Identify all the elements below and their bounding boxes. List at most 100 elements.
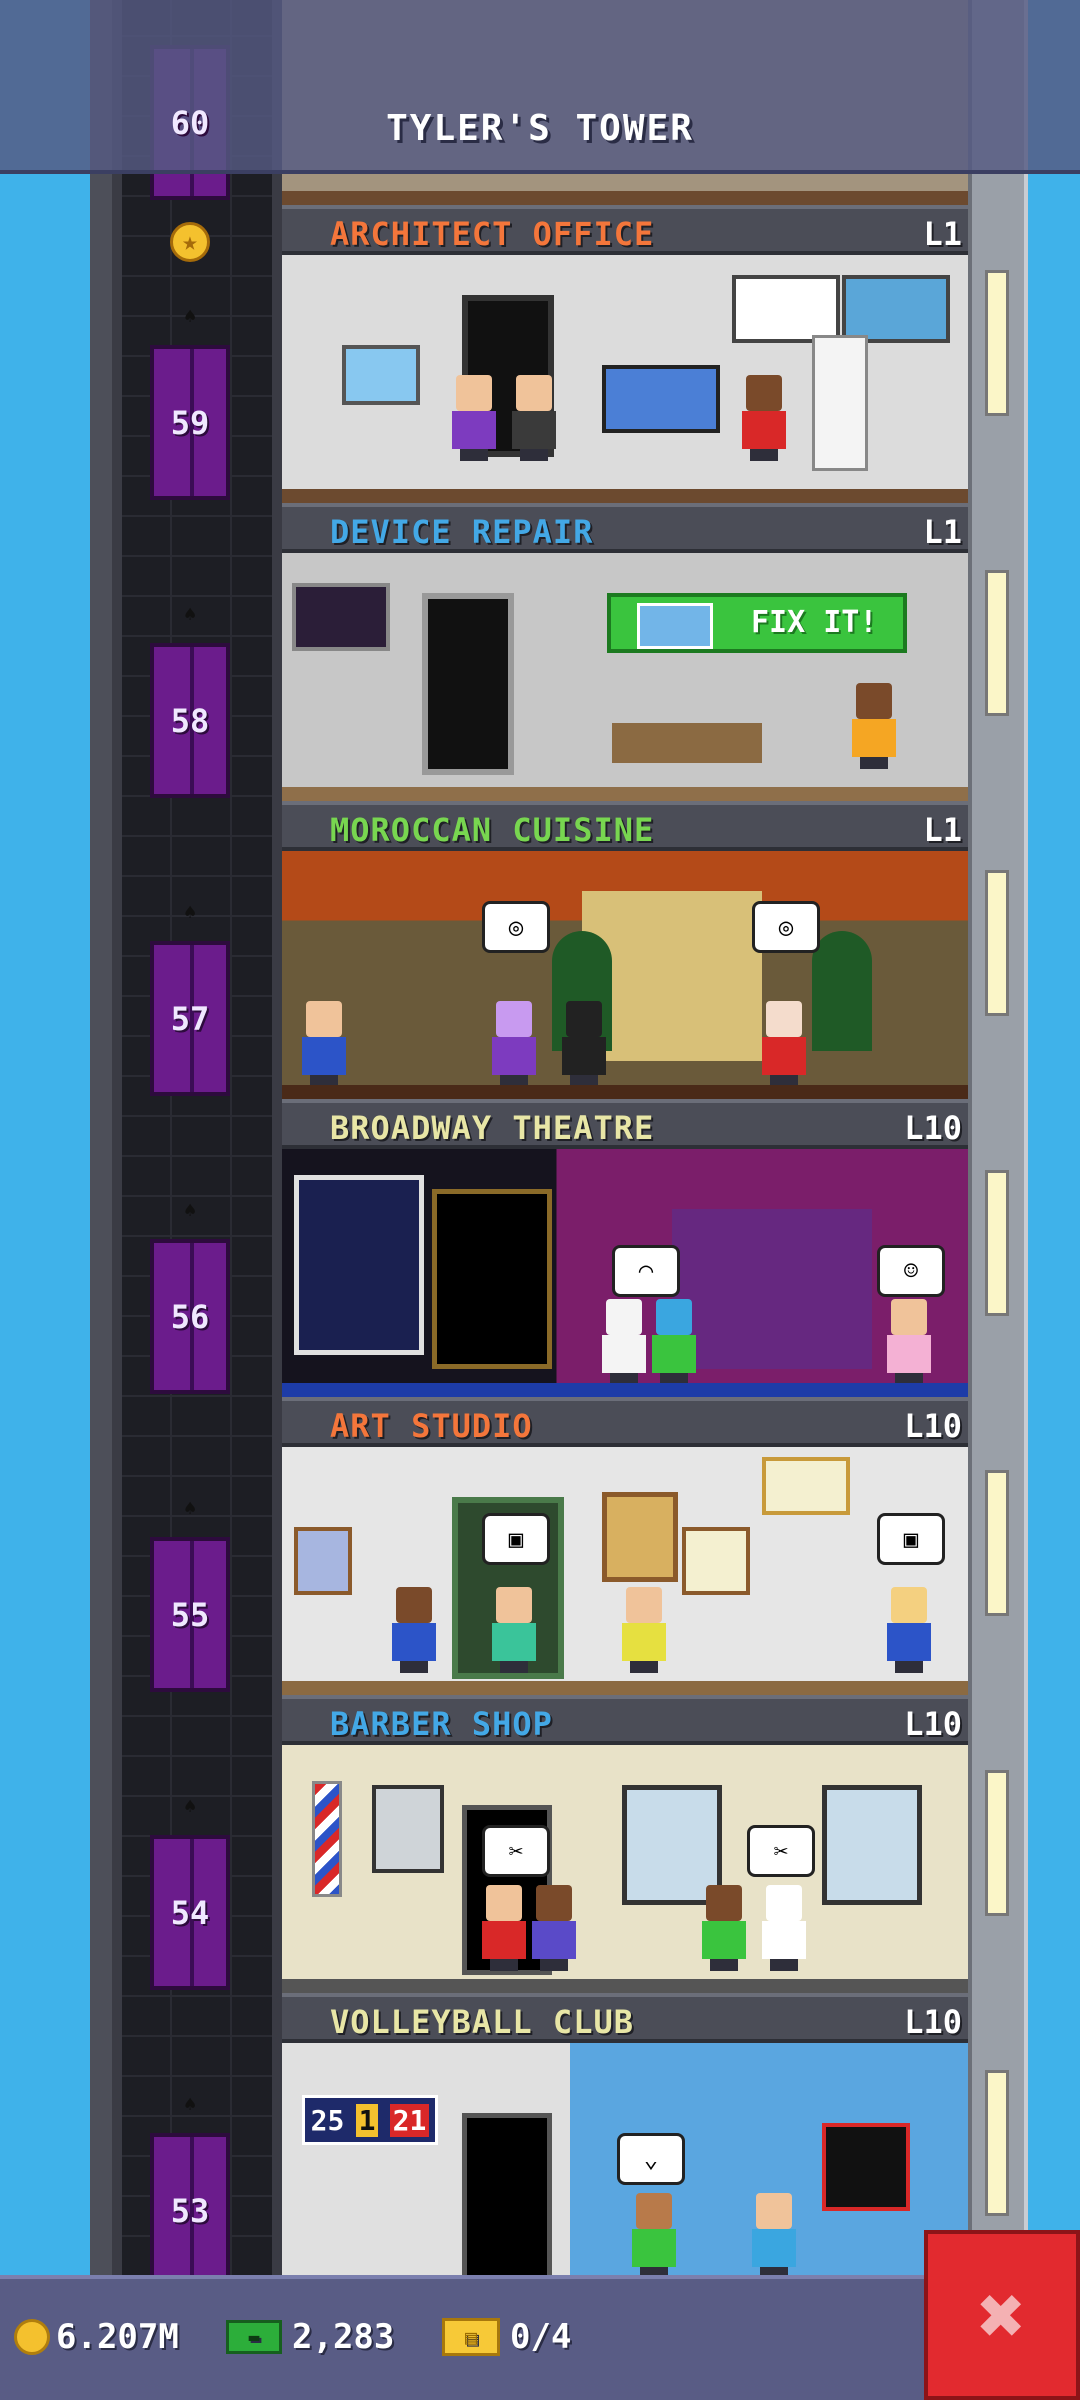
- room-device-repair[interactable]: FIX IT!: [282, 553, 968, 801]
- bux-icon: ▬: [226, 2320, 282, 2354]
- floor-volleyball-club[interactable]: VOLLEYBALL CLUB L10 25 1 21 ⌄: [282, 1993, 968, 2291]
- painting: [294, 1527, 352, 1595]
- show-poster: [294, 1175, 424, 1355]
- bitizen[interactable]: [302, 1001, 346, 1087]
- thought-bubble[interactable]: ✂: [482, 1825, 550, 1877]
- top-bar: TYLER'S TOWER: [0, 0, 1080, 174]
- room-barber-shop[interactable]: ✂ ✂: [282, 1745, 968, 1993]
- bitizen[interactable]: [602, 1299, 646, 1385]
- room-broadway-theatre[interactable]: ◠ ☺: [282, 1149, 968, 1397]
- elevator-car[interactable]: 58: [150, 643, 230, 798]
- bitizen[interactable]: [887, 1587, 931, 1673]
- floor-header: BROADWAY THEATRE L10: [282, 1099, 968, 1149]
- drafting-table: [602, 365, 720, 433]
- device-screen-icon: [637, 603, 713, 649]
- elevator-car[interactable]: 56: [150, 1239, 230, 1394]
- ticket-icon: ▤: [442, 2318, 500, 2356]
- window-light: [985, 1170, 1009, 1316]
- floor-broadway-theatre[interactable]: BROADWAY THEATRE L10 ◠ ☺: [282, 1099, 968, 1397]
- elevator-floor-number: 59: [170, 403, 210, 442]
- star-icon[interactable]: ★: [170, 222, 210, 262]
- bitizen[interactable]: [562, 1001, 606, 1087]
- room-volleyball-club[interactable]: 25 1 21 ⌄: [282, 2043, 968, 2291]
- floor-name: BARBER SHOP: [330, 1705, 553, 1743]
- bitizen[interactable]: [887, 1299, 931, 1385]
- bitizen[interactable]: [632, 2193, 676, 2279]
- bitizen[interactable]: [492, 1587, 536, 1673]
- bitizen[interactable]: [622, 1587, 666, 1673]
- floor-name: BROADWAY THEATRE: [330, 1109, 655, 1147]
- bitizen[interactable]: [762, 1001, 806, 1087]
- blueprint: [842, 275, 950, 343]
- painting: [602, 1492, 678, 1582]
- room-moroccan-cuisine[interactable]: ◎ ◎: [282, 851, 968, 1099]
- floor-level: L10: [904, 1109, 962, 1147]
- tickets-counter[interactable]: ▤ 0/4: [442, 2311, 571, 2363]
- elevator-car[interactable]: 55: [150, 1537, 230, 1692]
- thought-bubble[interactable]: ⌄: [617, 2133, 685, 2185]
- score-middle: 1: [355, 2103, 379, 2137]
- floor-header: DEVICE REPAIR L1: [282, 503, 968, 553]
- mirror: [822, 1785, 922, 1905]
- window-light: [985, 1770, 1009, 1916]
- floor-moroccan-cuisine[interactable]: MOROCCAN CUISINE L1 ◎ ◎: [282, 801, 968, 1099]
- volleyball-net: [822, 2123, 910, 2211]
- floor-level: L10: [904, 1407, 962, 1445]
- coin-icon: [14, 2319, 50, 2355]
- elevator-car[interactable]: 54: [150, 1835, 230, 1990]
- bitizen[interactable]: [482, 1885, 526, 1971]
- room-architect-office[interactable]: [282, 255, 968, 503]
- bitizen[interactable]: [702, 1885, 746, 1971]
- bitizen[interactable]: [452, 375, 496, 461]
- bitizen[interactable]: [512, 375, 556, 461]
- thought-bubble[interactable]: ✂: [747, 1825, 815, 1877]
- floor-pin-icon: ♠: [183, 1496, 197, 1520]
- bitizen[interactable]: [742, 375, 786, 461]
- floor-architect-office[interactable]: ARCHITECT OFFICE L1: [282, 205, 968, 503]
- window-light: [985, 870, 1009, 1016]
- workbench: [612, 723, 762, 763]
- thought-bubble[interactable]: ▣: [877, 1513, 945, 1565]
- score-right: 21: [389, 2103, 430, 2137]
- bux-counter[interactable]: ▬ 2,283: [226, 2311, 394, 2363]
- tickets-value: 0/4: [510, 2317, 572, 2357]
- floor-name: VOLLEYBALL CLUB: [330, 2003, 634, 2041]
- elevator-car[interactable]: 59: [150, 345, 230, 500]
- thought-bubble[interactable]: ▣: [482, 1513, 550, 1565]
- close-button[interactable]: ✖: [924, 2230, 1080, 2400]
- elevator-car[interactable]: 57: [150, 941, 230, 1096]
- painting: [682, 1527, 750, 1595]
- floor-device-repair[interactable]: DEVICE REPAIR L1 FIX IT!: [282, 503, 968, 801]
- elevator-car[interactable]: 53: [150, 2133, 230, 2288]
- floor-header: ART STUDIO L10: [282, 1397, 968, 1447]
- elevator-floor-number: 60: [170, 103, 210, 142]
- floor-name: DEVICE REPAIR: [330, 513, 594, 551]
- bitizen[interactable]: [532, 1885, 576, 1971]
- floor-barber-shop[interactable]: BARBER SHOP L10 ✂ ✂: [282, 1695, 968, 1993]
- thought-bubble[interactable]: ◠: [612, 1245, 680, 1297]
- coins-counter[interactable]: 6.207M: [14, 2311, 179, 2363]
- doorway: [432, 1189, 552, 1369]
- bitizen[interactable]: [762, 1885, 806, 1971]
- elevator-floor-number: 54: [170, 1893, 210, 1932]
- room-art-studio[interactable]: ▣ ▣: [282, 1447, 968, 1695]
- floor-art-studio[interactable]: ART STUDIO L10 ▣ ▣: [282, 1397, 968, 1695]
- bitizen[interactable]: [492, 1001, 536, 1087]
- thought-bubble[interactable]: ◎: [752, 901, 820, 953]
- floor-header: VOLLEYBALL CLUB L10: [282, 1993, 968, 2043]
- bitizen[interactable]: [392, 1587, 436, 1673]
- monitor: [292, 583, 390, 651]
- bitizen[interactable]: [852, 683, 896, 769]
- stage-spotlight: [672, 1209, 872, 1369]
- tower-title[interactable]: TYLER'S TOWER: [0, 108, 1080, 149]
- doorway: [422, 593, 514, 775]
- floor-level: L10: [904, 1705, 962, 1743]
- bitizen[interactable]: [652, 1299, 696, 1385]
- bottom-bar: 6.207M ▬ 2,283 ▤ 0/4: [0, 2275, 930, 2400]
- thought-bubble[interactable]: ☺: [877, 1245, 945, 1297]
- thought-bubble[interactable]: ◎: [482, 901, 550, 953]
- elevator-floor-number: 58: [170, 701, 210, 740]
- fix-it-banner[interactable]: FIX IT!: [607, 593, 907, 653]
- bitizen[interactable]: [752, 2193, 796, 2279]
- score-left: 25: [310, 2103, 345, 2137]
